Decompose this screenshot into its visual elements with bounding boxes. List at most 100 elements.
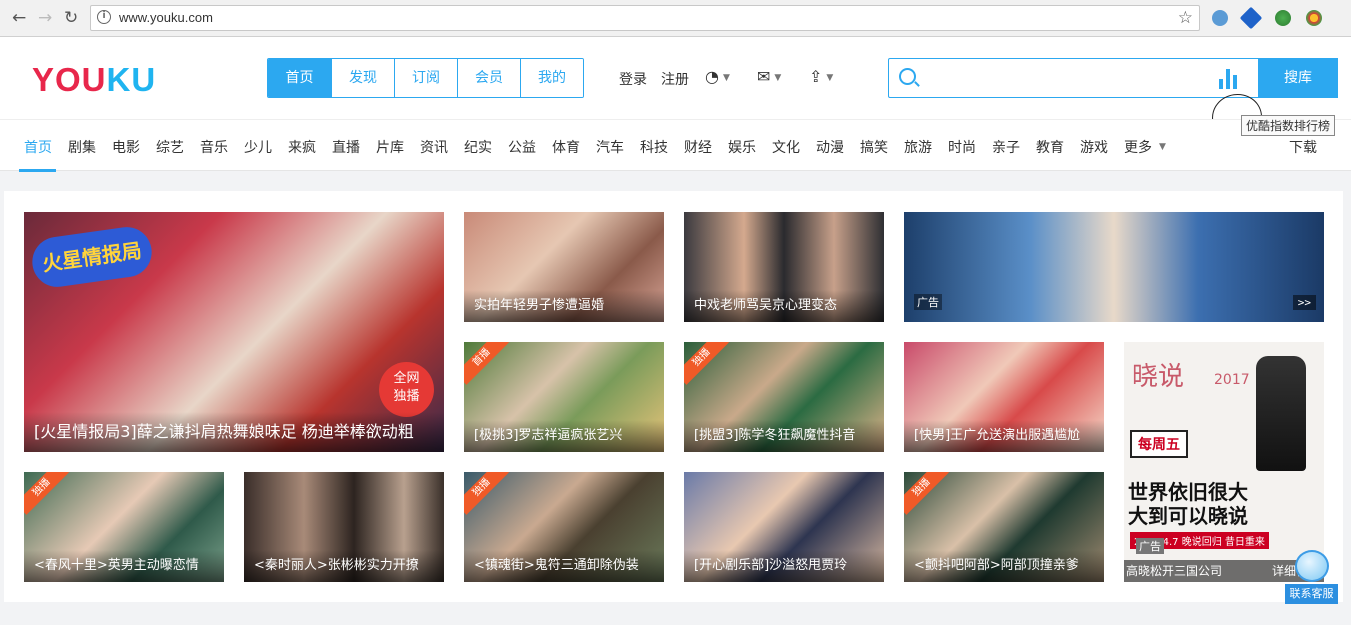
channel-item[interactable]: 娱乐 <box>728 137 756 157</box>
channel-more[interactable]: 更多 <box>1124 137 1152 157</box>
channel-item[interactable]: 电影 <box>112 137 140 157</box>
channel-item[interactable]: 亲子 <box>992 137 1020 157</box>
thumbnail <box>904 212 1324 322</box>
bookmark-star-icon[interactable]: ☆ <box>1178 8 1193 28</box>
video-card[interactable]: 独播 <镇魂街>鬼符三通卸除伪装 <box>464 472 664 582</box>
extension-icon-3[interactable] <box>1275 10 1291 26</box>
video-card[interactable]: 独播 <春风十里>英男主动曝恋情 <box>24 472 224 582</box>
channel-item[interactable]: 时尚 <box>948 137 976 157</box>
channel-item[interactable]: 汽车 <box>596 137 624 157</box>
video-card[interactable]: <秦时丽人>张彬彬实力开撩 <box>244 472 444 582</box>
site-header: YOUKU 首页 发现 订阅 会员 我的 登录 注册 ◔ ▼ ✉ ▼ ⇪ ▼ 搜库 <box>0 37 1351 144</box>
main-tabs: 首页 发现 订阅 会员 我的 <box>267 58 584 98</box>
video-title: 中戏老师骂吴京心理变态 <box>684 290 884 322</box>
address-bar[interactable]: i www.youku.com ☆ <box>90 5 1200 31</box>
video-card[interactable]: 独播 <颤抖吧阿部>阿部顶撞亲爹 <box>904 472 1104 582</box>
channel-item[interactable]: 公益 <box>508 137 536 157</box>
ranking-chart-icon[interactable] <box>1217 67 1243 89</box>
video-title: [极挑3]罗志祥逼疯张艺兴 <box>464 420 664 452</box>
video-card[interactable]: [快男]王广允送演出服遇尴尬 <box>904 342 1104 452</box>
channel-item[interactable]: 旅游 <box>904 137 932 157</box>
extension-icon-2[interactable] <box>1239 6 1263 30</box>
channel-item[interactable]: 片库 <box>376 137 404 157</box>
channel-item[interactable]: 资讯 <box>420 137 448 157</box>
youku-logo[interactable]: YOUKU <box>32 63 156 96</box>
search-button[interactable]: 搜库 <box>1258 58 1338 98</box>
back-icon[interactable]: ← <box>12 9 26 27</box>
channel-item[interactable]: 少儿 <box>244 137 272 157</box>
extension-icon-1[interactable] <box>1212 10 1228 26</box>
channel-item[interactable]: 体育 <box>552 137 580 157</box>
logo-text-blue: KU <box>106 61 157 98</box>
video-card[interactable]: 独播 [挑盟3]陈学冬狂飙魔性抖音 <box>684 342 884 452</box>
video-title: <镇魂街>鬼符三通卸除伪装 <box>464 550 664 582</box>
ad-brand: 晓说 <box>1132 362 1185 392</box>
tab-vip[interactable]: 会员 <box>457 59 520 97</box>
exclusive-stamp: 全网 独播 <box>379 362 434 417</box>
video-title: <颤抖吧阿部>阿部顶撞亲爹 <box>904 550 1104 582</box>
channel-item[interactable]: 综艺 <box>156 137 184 157</box>
tab-subscribe[interactable]: 订阅 <box>394 59 457 97</box>
side-ad-xiaoshuo[interactable]: 晓说 2017 每周五 世界依旧很大 大到可以晓说 2017.4.7 晚说回归 … <box>1124 342 1324 582</box>
channel-item[interactable]: 游戏 <box>1080 137 1108 157</box>
channel-item[interactable]: 动漫 <box>816 137 844 157</box>
tab-discover[interactable]: 发现 <box>331 59 394 97</box>
channel-item[interactable]: 财经 <box>684 137 712 157</box>
channel-item[interactable]: 纪实 <box>464 137 492 157</box>
forward-icon[interactable]: → <box>38 9 52 27</box>
download-link[interactable]: 下载 <box>1289 137 1317 157</box>
customer-service-widget[interactable]: 联系客服 <box>1285 550 1338 606</box>
video-title: [火星情报局3]薛之谦抖肩热舞娘味足 杨迪举棒欲动粗 <box>24 412 444 452</box>
banner-ad[interactable]: 广告 >> <box>904 212 1324 322</box>
video-card[interactable]: [开心剧乐部]沙溢怒甩贾玲 <box>684 472 884 582</box>
video-title: <春风十里>英男主动曝恋情 <box>24 550 224 582</box>
browser-toolbar: ← → ↻ i www.youku.com ☆ <box>0 0 1351 37</box>
channel-item[interactable]: 剧集 <box>68 137 96 157</box>
video-card[interactable]: 中戏老师骂吴京心理变态 <box>684 212 884 322</box>
channel-item[interactable]: 直播 <box>332 137 360 157</box>
reload-icon[interactable]: ↻ <box>64 9 78 27</box>
address-url[interactable]: www.youku.com <box>119 10 213 25</box>
channel-item[interactable]: 来疯 <box>288 137 316 157</box>
channel-item[interactable]: 教育 <box>1036 137 1064 157</box>
info-icon[interactable]: i <box>97 10 111 24</box>
video-title: [挑盟3]陈学冬狂飙魔性抖音 <box>684 420 884 452</box>
channel-item[interactable]: 音乐 <box>200 137 228 157</box>
active-channel-underline <box>19 169 56 172</box>
video-title: 实拍年轻男子惨遭逼婚 <box>464 290 664 322</box>
history-icon[interactable]: ◔ ▼ <box>705 67 730 86</box>
customer-service-label: 联系客服 <box>1285 584 1338 604</box>
ad-weekday: 每周五 <box>1130 430 1188 458</box>
featured-grid: 火星情报局 全网 独播 [火星情报局3]薛之谦抖肩热舞娘味足 杨迪举棒欲动粗 实拍… <box>4 191 1343 602</box>
ad-caption-left: 高晓松开三国公司 <box>1126 564 1223 578</box>
video-title: [开心剧乐部]沙溢怒甩贾玲 <box>684 550 884 582</box>
ad-headline-2: 大到可以晓说 <box>1128 504 1248 528</box>
channel-item[interactable]: 科技 <box>640 137 668 157</box>
ad-headline-1: 世界依旧很大 <box>1128 480 1248 504</box>
tab-mine[interactable]: 我的 <box>520 59 583 97</box>
register-link[interactable]: 注册 <box>661 69 689 89</box>
channel-item[interactable]: 文化 <box>772 137 800 157</box>
video-title: <秦时丽人>张彬彬实力开撩 <box>244 550 444 582</box>
banner-next-button[interactable]: >> <box>1292 295 1316 310</box>
video-card[interactable]: 实拍年轻男子惨遭逼婚 <box>464 212 664 322</box>
ad-person-figure <box>1256 356 1306 471</box>
upload-icon[interactable]: ⇪ ▼ <box>809 67 833 86</box>
channel-item[interactable]: 搞笑 <box>860 137 888 157</box>
chrome-extension-icon[interactable] <box>1306 10 1322 26</box>
ranking-tooltip: 优酷指数排行榜 <box>1241 115 1336 136</box>
channel-item[interactable]: 首页 <box>24 137 52 157</box>
login-link[interactable]: 登录 <box>619 69 647 89</box>
ad-year: 2017 <box>1214 372 1250 388</box>
chat-bubble-icon <box>1295 550 1329 582</box>
tab-home[interactable]: 首页 <box>268 59 331 97</box>
ad-label: 广告 <box>1136 538 1164 554</box>
search-box[interactable]: 搜库 <box>888 58 1338 98</box>
chevron-down-icon: ▼ <box>1159 142 1166 152</box>
ad-label: 广告 <box>914 294 942 310</box>
video-card[interactable]: 首播 [极挑3]罗志祥逼疯张艺兴 <box>464 342 664 452</box>
account-links: 登录 注册 <box>619 69 689 89</box>
featured-video-big[interactable]: 火星情报局 全网 独播 [火星情报局3]薛之谦抖肩热舞娘味足 杨迪举棒欲动粗 <box>24 212 444 452</box>
message-icon[interactable]: ✉ ▼ <box>757 67 781 86</box>
video-title: [快男]王广允送演出服遇尴尬 <box>904 420 1104 452</box>
